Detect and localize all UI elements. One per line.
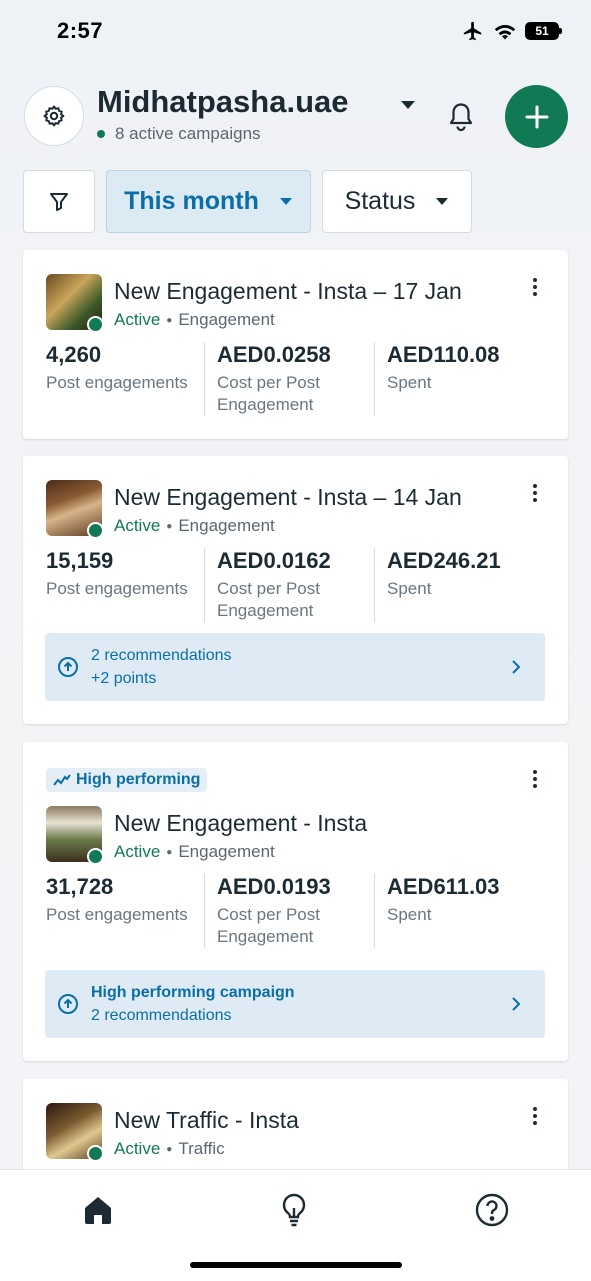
active-status-dot bbox=[87, 848, 104, 865]
campaign-title: New Traffic - Insta bbox=[114, 1107, 299, 1133]
lightbulb-icon bbox=[282, 1193, 306, 1227]
campaign-thumbnail bbox=[46, 480, 104, 539]
metric-engagements: 4,260 Post engagements bbox=[46, 342, 188, 392]
campaign-title: New Engagement - Insta – 14 Jan bbox=[114, 484, 462, 510]
airplane-icon bbox=[463, 21, 482, 41]
active-status-dot bbox=[87, 316, 104, 333]
metric-spent: AED246.21 Spent bbox=[374, 548, 501, 622]
campaign-metrics: 15,159 Post engagements AED0.0162 Cost per… bbox=[46, 548, 568, 622]
metric-cost: AED0.0162 Cost per Post Engagement bbox=[204, 548, 374, 622]
plus-icon bbox=[525, 105, 548, 128]
status-filter-label: Status bbox=[344, 187, 416, 215]
active-campaigns-line: 8 active campaigns bbox=[97, 124, 261, 144]
arrow-up-circle-icon bbox=[58, 657, 78, 677]
bell-icon bbox=[449, 103, 473, 132]
status-icons: 51 bbox=[461, 20, 562, 42]
settings-button[interactable] bbox=[24, 86, 84, 146]
high-performing-campaign-label: High performing campaign bbox=[91, 984, 295, 1001]
metric-cost: AED0.0258 Cost per Post Engagement bbox=[204, 342, 374, 416]
caret-down-icon bbox=[279, 197, 292, 205]
metric-engagements: 31,728 Post engagements bbox=[46, 874, 188, 924]
campaign-objective: Traffic bbox=[178, 1139, 225, 1158]
nav-help[interactable] bbox=[472, 1190, 512, 1230]
campaign-status: Active bbox=[114, 310, 161, 329]
chevron-right-icon bbox=[512, 997, 521, 1011]
more-options-button[interactable] bbox=[532, 278, 538, 299]
home-icon bbox=[85, 1197, 111, 1224]
status-dropdown[interactable]: Status bbox=[322, 170, 472, 233]
active-status-dot bbox=[87, 1145, 104, 1162]
caret-down-icon bbox=[436, 197, 449, 205]
status-time: 2:57 bbox=[57, 18, 104, 43]
campaign-title: New Engagement - Insta – 17 Jan bbox=[114, 278, 462, 304]
campaign-meta: Active ● Engagement bbox=[114, 842, 275, 861]
account-switcher-chevron[interactable] bbox=[399, 98, 417, 117]
metric-spent: AED110.08 Spent bbox=[374, 342, 500, 416]
more-options-button[interactable] bbox=[532, 1107, 538, 1128]
metric-engagements: 15,159 Post engagements bbox=[46, 548, 188, 598]
campaign-thumbnail bbox=[46, 806, 104, 865]
battery-indicator: 51 bbox=[525, 22, 562, 40]
campaign-objective: Engagement bbox=[178, 310, 275, 329]
recommendations-banner[interactable]: 2 recommendations +2 points bbox=[45, 633, 545, 701]
caret-down-icon bbox=[401, 101, 415, 109]
campaign-status: Active bbox=[114, 1139, 161, 1158]
campaign-thumbnail bbox=[46, 1103, 104, 1162]
campaign-card[interactable]: New Engagement - Insta – 14 Jan Active ●… bbox=[23, 456, 568, 724]
campaign-objective: Engagement bbox=[178, 516, 275, 535]
home-indicator bbox=[190, 1262, 402, 1268]
metric-spent: AED611.03 Spent bbox=[374, 874, 500, 948]
campaign-card[interactable]: New Engagement - Insta – 17 Jan Active ●… bbox=[23, 250, 568, 439]
recommendations-points: +2 points bbox=[91, 670, 157, 687]
create-campaign-button[interactable] bbox=[505, 85, 568, 148]
notifications-button[interactable] bbox=[445, 98, 477, 137]
campaign-status: Active bbox=[114, 842, 161, 861]
wifi-icon bbox=[494, 24, 516, 40]
date-range-dropdown[interactable]: This month bbox=[106, 170, 311, 233]
arrow-up-circle-icon bbox=[58, 994, 78, 1014]
chevron-right-icon bbox=[512, 660, 521, 674]
metric-cost: AED0.0193 Cost per Post Engagement bbox=[204, 874, 374, 948]
active-status-dot bbox=[87, 522, 104, 539]
more-options-button[interactable] bbox=[532, 484, 538, 505]
nav-home[interactable] bbox=[78, 1190, 118, 1230]
recommendations-banner[interactable]: High performing campaign 2 recommendatio… bbox=[45, 970, 545, 1038]
campaign-thumbnail bbox=[46, 274, 104, 333]
campaign-card[interactable]: High performing New Engagement - Insta A… bbox=[23, 742, 568, 1061]
more-options-button[interactable] bbox=[532, 770, 538, 791]
campaign-status: Active bbox=[114, 516, 161, 535]
campaign-meta: Active ● Engagement bbox=[114, 516, 275, 535]
gear-icon bbox=[43, 105, 65, 127]
active-dot bbox=[97, 130, 105, 138]
campaign-title: New Engagement - Insta bbox=[114, 810, 368, 836]
nav-recommendations[interactable] bbox=[274, 1190, 314, 1230]
recommendations-count: 2 recommendations bbox=[91, 1007, 232, 1024]
account-name[interactable]: Midhatpasha.uae bbox=[97, 84, 349, 120]
campaign-meta: Active ● Traffic bbox=[114, 1139, 225, 1158]
campaign-metrics: 31,728 Post engagements AED0.0193 Cost per… bbox=[46, 874, 568, 948]
campaign-meta: Active ● Engagement bbox=[114, 310, 275, 329]
recommendations-count: 2 recommendations bbox=[91, 647, 232, 664]
filter-icon bbox=[50, 192, 68, 211]
filter-button[interactable] bbox=[23, 170, 95, 233]
help-icon bbox=[475, 1193, 509, 1227]
trend-up-icon bbox=[53, 774, 71, 786]
high-performing-badge: High performing bbox=[46, 768, 208, 792]
campaign-metrics: 4,260 Post engagements AED0.0258 Cost per … bbox=[46, 342, 568, 416]
date-range-label: This month bbox=[124, 187, 259, 215]
active-campaigns-count: 8 active campaigns bbox=[115, 124, 261, 143]
campaign-objective: Engagement bbox=[178, 842, 275, 861]
